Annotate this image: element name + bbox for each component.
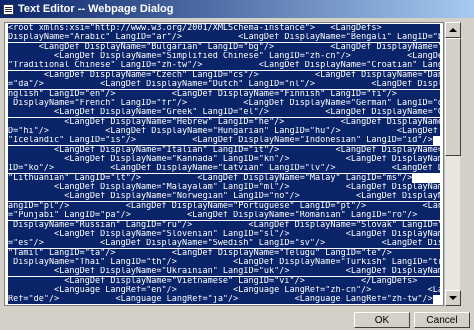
editor-line: <LangDef DisplayName="Hebrew" LangID="he… [8, 117, 440, 127]
selected-text: <LangDef DisplayName="Kannada" LangID="k… [8, 155, 440, 165]
selected-text: angID="pl"/> <LangDef DisplayName="Portu… [8, 201, 440, 211]
editor-line: <LangDef DisplayName="Czech" LangID="cs"… [8, 70, 440, 80]
selected-text: <LangDef DisplayName="Simplified Chinese… [8, 52, 440, 62]
editor-line: DisplayName="Thai" LangID="th"/> <LangDe… [8, 257, 440, 267]
editor-line: ="da"/> <LangDef DisplayName="Dutch" Lan… [8, 80, 440, 90]
editor-line: <root xmlns:xsi="http://www.w3.org/2001/… [8, 24, 440, 33]
scroll-down-button[interactable] [445, 290, 461, 306]
selected-text: "Tamil" LangID="ta"/> <LangDef DisplayNa… [8, 248, 440, 258]
scroll-up-button[interactable] [445, 22, 461, 38]
selected-text: "Icelandic" LangID="is"/> <LangDef Displ… [8, 136, 433, 146]
editor-line: angID="pl"/> <LangDef DisplayName="Portu… [8, 201, 440, 211]
editor-line: DisplayName="French" LangID="fr"/> <Lang… [8, 98, 440, 108]
editor-line: D="hi"/> <LangDef DisplayName="Hungarian… [8, 126, 440, 136]
arrow-down-icon [449, 296, 457, 300]
editor-line: "Tamil" LangID="ta"/> <LangDef DisplayNa… [8, 248, 440, 258]
selected-text: DisplayName="Thai" LangID="th"/> <LangDe… [8, 257, 440, 267]
selected-text: ="Punjabi" LangID="pa"/> <LangDef Displa… [8, 211, 440, 221]
editor-line: <LangDef DisplayName="Ukrainian" LangID=… [8, 267, 440, 277]
editor-line: <LangDef DisplayName="Greek" LangID="el"… [8, 108, 440, 118]
editor-line: nglish" LangID="en"/> <LangDef DisplayNa… [8, 89, 440, 99]
editor-line: <LangDef DisplayName="Malayalam" LangID=… [8, 183, 440, 193]
editor-line: ID="ko"/> <LangDef DisplayName="Latvian"… [8, 164, 440, 174]
selected-text: ="da"/> <LangDef DisplayName="Dutch" Lan… [8, 80, 440, 90]
selected-text: ="es"/> <LangDef DisplayName="Swedish" L… [8, 239, 440, 249]
editor-line: <LangDef DisplayName="Norwegian" LangID=… [8, 192, 440, 202]
selected-text: <Language LangRef="en"/> <Language LangR… [8, 286, 440, 296]
selected-text: <LangDef DisplayName="Italian" LangID="i… [8, 145, 440, 155]
selected-text: <LangDef DisplayName="Hebrew" LangID="he… [8, 117, 440, 127]
selected-text: DisplayName="French" LangID="fr"/> <Lang… [8, 98, 440, 108]
selected-text: DisplayName="Arabic" LangID="ar"/> <Lang… [8, 33, 440, 43]
editor-line: <LangDef DisplayName="Vietnamese" LangID… [8, 276, 440, 286]
arrow-up-icon [449, 28, 457, 32]
selected-text: <LangDef DisplayName="Norwegian" LangID=… [8, 192, 440, 202]
document-icon [3, 3, 14, 15]
editor-line: "Lithuanian" LangID="lt"/> <LangDef Disp… [8, 173, 440, 183]
editor-content[interactable]: <root xmlns:xsi="http://www.w3.org/2001/… [8, 24, 440, 305]
editor-line: <Language LangRef="en"/> <Language LangR… [8, 286, 440, 296]
unselected-text: <PropertyDefs> [269, 304, 362, 305]
editor-line: ="Punjabi" LangID="pa"/> <LangDef Displa… [8, 211, 440, 221]
selected-text: <LangDef DisplayName="Slovenian" LangID=… [8, 229, 440, 239]
selected-text: <LangDef DisplayName="Bulgarian" LangID=… [8, 42, 440, 52]
selected-text: <root xmlns:xsi="http://www.w3.org/2001/… [8, 24, 440, 33]
selected-text: <LangDef DisplayName="Ukrainian" LangID=… [8, 267, 440, 277]
selected-text: ID="ko"/> <LangDef DisplayName="Latvian"… [8, 164, 440, 174]
editor-line: DisplayName="Arabic" LangID="ar"/> <Lang… [8, 33, 440, 43]
editor-line: Ref="de"/> <Language LangRef="ja"/> <Lan… [8, 295, 440, 305]
ok-button[interactable]: OK [354, 312, 410, 328]
editor-line: ="es"/> <LangDef DisplayName="Swedish" L… [8, 239, 440, 249]
selected-text: <LangDef DisplayName="Greek" LangID="el"… [8, 108, 440, 118]
editor-line: "Icelandic" LangID="is"/> <LangDef Displ… [8, 136, 440, 146]
editor-line: <LangDef DisplayName="Bulgarian" LangID=… [8, 42, 440, 52]
text-editor[interactable]: <root xmlns:xsi="http://www.w3.org/2001/… [4, 22, 444, 306]
selected-text: DisplayName="Russian" LangID="ru"/> <Lan… [8, 220, 440, 230]
editor-line: <LangDef DisplayName="Slovenian" LangID=… [8, 229, 440, 239]
selected-text: nglish" LangID="en"/> <LangDef DisplayNa… [8, 89, 440, 99]
editor-line: "Traditional Chinese" LangID="zh-tw"/> <… [8, 61, 440, 71]
selected-text: <LangDef DisplayName="Vietnamese" LangID… [8, 276, 440, 286]
selected-text: Ref="de"/> <Language LangRef="ja"/> <Lan… [8, 295, 433, 305]
editor-line: <LangDef DisplayName="Simplified Chinese… [8, 52, 440, 62]
selected-text: <LangDef DisplayName="Malayalam" LangID=… [8, 183, 440, 193]
selected-text: "Traditional Chinese" LangID="zh-tw"/> <… [8, 61, 440, 71]
window-title: Text Editor -- Webpage Dialog [18, 3, 174, 15]
editor-line: DisplayName="Russian" LangID="ru"/> <Lan… [8, 220, 440, 230]
selected-text: D="hi"/> <LangDef DisplayName="Hungarian… [8, 126, 440, 136]
selected-text: <Language LangRef="fr"/> </Languages> [8, 304, 269, 305]
selected-text: <LangDef DisplayName="Czech" LangID="cs"… [8, 70, 440, 80]
editor-line: <Language LangRef="fr"/> </Languages> <P… [8, 304, 440, 305]
editor-line: <LangDef DisplayName="Kannada" LangID="k… [8, 155, 440, 165]
selected-text: "Lithuanian" LangID="lt"/> <LangDef Disp… [8, 173, 413, 183]
title-bar[interactable]: Text Editor -- Webpage Dialog [0, 0, 474, 18]
editor-line: <LangDef DisplayName="Italian" LangID="i… [8, 145, 440, 155]
cancel-button[interactable]: Cancel [414, 312, 470, 328]
scroll-thumb[interactable] [445, 38, 461, 156]
vertical-scrollbar[interactable] [444, 22, 461, 306]
